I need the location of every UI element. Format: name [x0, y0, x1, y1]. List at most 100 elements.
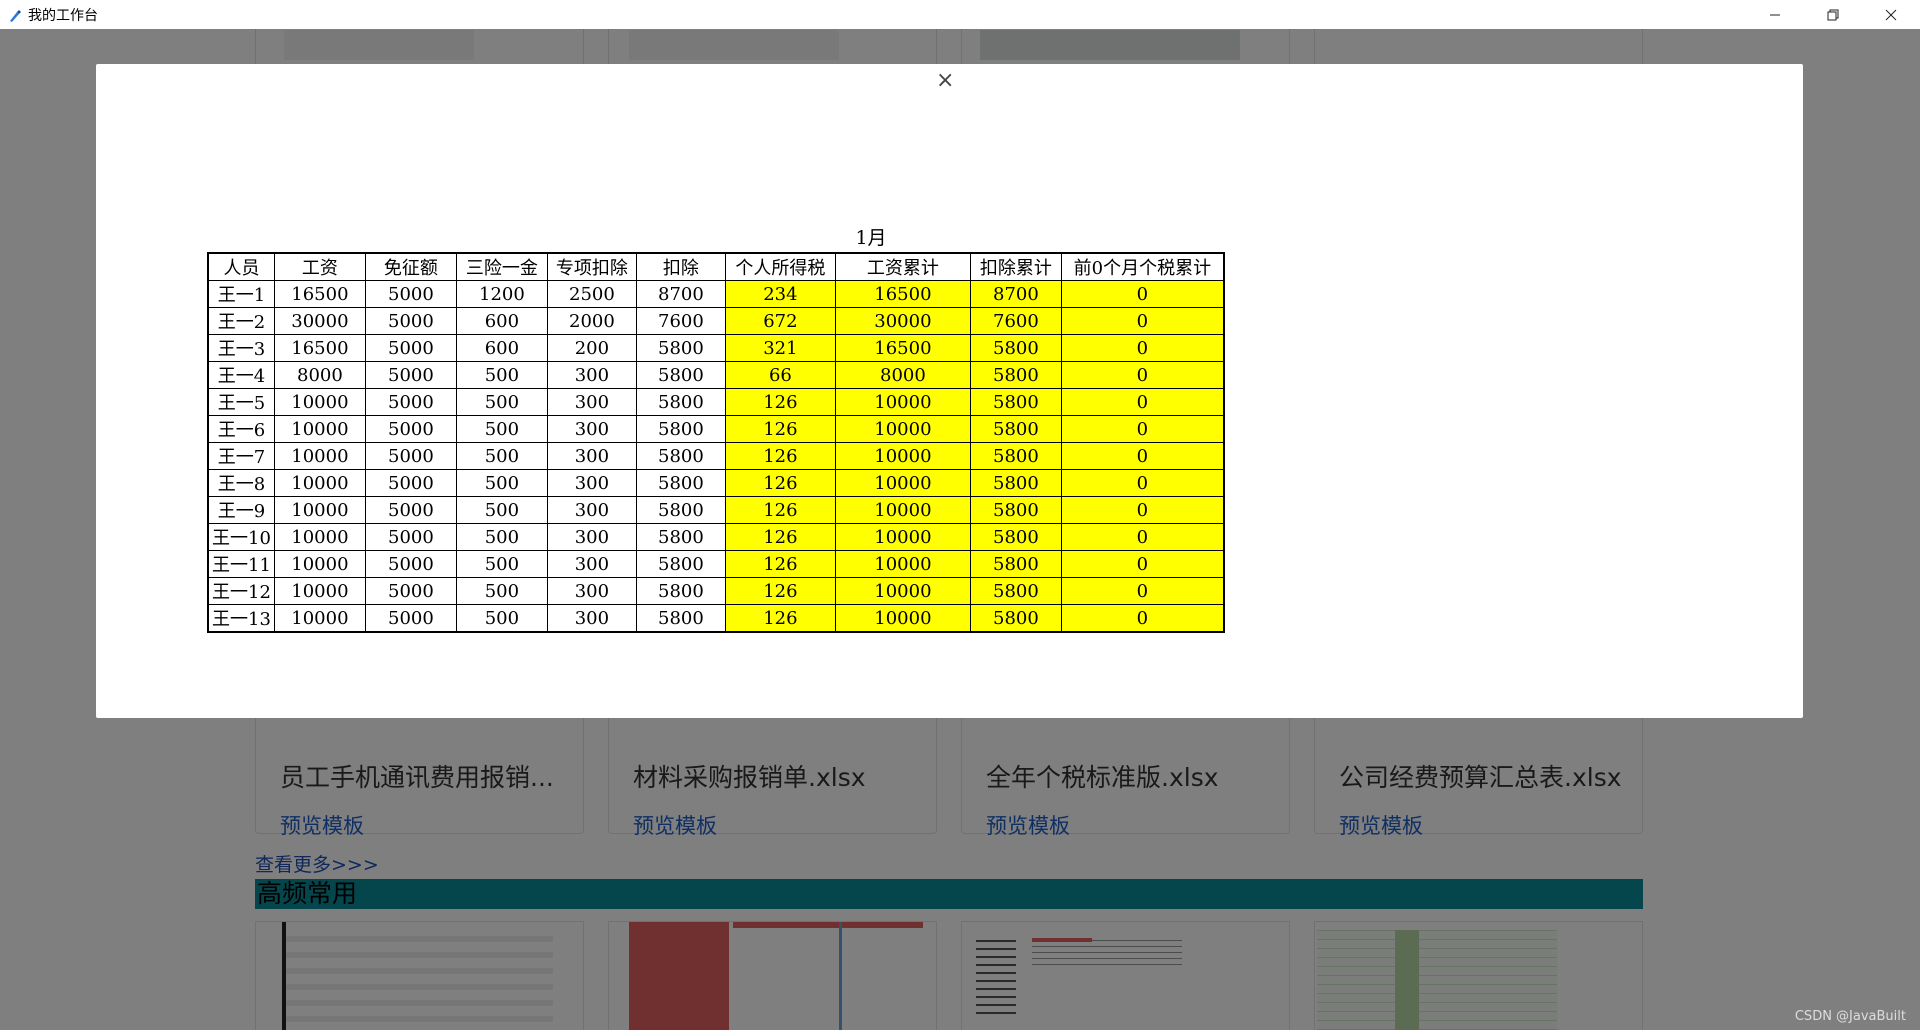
close-icon[interactable]: ×	[936, 68, 954, 93]
table-cell: 王一4	[207, 361, 275, 389]
table-cell: 500	[455, 442, 548, 470]
table-cell: 16500	[273, 334, 366, 362]
table-cell: 5000	[364, 523, 457, 551]
table-cell: 7600	[635, 307, 726, 335]
table-cell: 5800	[635, 361, 726, 389]
column-header: 专项扣除	[546, 252, 637, 281]
table-cell: 672	[724, 307, 836, 335]
table-cell: 5800	[969, 496, 1062, 524]
table-cell: 300	[546, 604, 637, 633]
table-cell: 10000	[273, 550, 366, 578]
table-cell: 10000	[273, 388, 366, 416]
table-cell: 126	[724, 469, 836, 497]
table-cell: 200	[546, 334, 637, 362]
table-cell: 7600	[969, 307, 1062, 335]
table-cell: 5800	[635, 469, 726, 497]
table-cell: 5800	[969, 442, 1062, 470]
table-cell: 5000	[364, 550, 457, 578]
table-cell: 王一5	[207, 388, 275, 416]
table-cell: 5800	[635, 442, 726, 470]
table-cell: 10000	[834, 550, 971, 578]
table-cell: 500	[455, 469, 548, 497]
table-cell: 0	[1060, 280, 1225, 308]
table-cell: 126	[724, 496, 836, 524]
table-row: 王一12 10000 5000 500 300 5800 126 10000 5800 0	[207, 577, 1225, 605]
table-cell: 30000	[273, 307, 366, 335]
close-window-button[interactable]	[1862, 0, 1920, 29]
table-row: 王一8 10000 5000 500 300 5800 126 10000 5800 0	[207, 469, 1225, 497]
table-cell: 0	[1060, 496, 1225, 524]
table-cell: 0	[1060, 469, 1225, 497]
table-row: 王一9 10000 5000 500 300 5800 126 10000 5800 0	[207, 496, 1225, 524]
table-cell: 5800	[635, 550, 726, 578]
table-cell: 8700	[969, 280, 1062, 308]
table-cell: 5800	[969, 334, 1062, 362]
table-cell: 126	[724, 550, 836, 578]
table-cell: 30000	[834, 307, 971, 335]
table-cell: 王一7	[207, 442, 275, 470]
table-cell: 16500	[273, 280, 366, 308]
table-cell: 5000	[364, 442, 457, 470]
table-cell: 0	[1060, 415, 1225, 443]
table-cell: 10000	[834, 496, 971, 524]
table-cell: 500	[455, 388, 548, 416]
table-cell: 王一9	[207, 496, 275, 524]
table-cell: 0	[1060, 523, 1225, 551]
table-cell: 5800	[969, 415, 1062, 443]
table-cell: 0	[1060, 388, 1225, 416]
app-icon	[8, 8, 22, 22]
table-cell: 16500	[834, 334, 971, 362]
table-cell: 8000	[273, 361, 366, 389]
table-cell: 300	[546, 388, 637, 416]
column-header: 人员	[207, 252, 275, 281]
restore-button[interactable]	[1804, 0, 1862, 29]
table-cell: 300	[546, 577, 637, 605]
table-cell: 300	[546, 415, 637, 443]
table-cell: 5800	[969, 550, 1062, 578]
table-cell: 10000	[834, 469, 971, 497]
table-cell: 126	[724, 604, 836, 633]
table-cell: 5000	[364, 469, 457, 497]
table-cell: 王一11	[207, 550, 275, 578]
table-row: 王一11 10000 5000 500 300 5800 126 10000 5800 0	[207, 550, 1225, 578]
table-row: 王一3 16500 5000 600 200 5800 321 16500 5800 0	[207, 334, 1225, 362]
table-cell: 10000	[834, 442, 971, 470]
table-cell: 5800	[969, 604, 1062, 633]
table-cell: 500	[455, 361, 548, 389]
table-row: 王一5 10000 5000 500 300 5800 126 10000 5800 0	[207, 388, 1225, 416]
minimize-button[interactable]	[1746, 0, 1804, 29]
table-cell: 500	[455, 550, 548, 578]
table-cell: 5000	[364, 361, 457, 389]
table-cell: 5800	[635, 523, 726, 551]
table-row: 王一10 10000 5000 500 300 5800 126 10000 5800 0	[207, 523, 1225, 551]
table-row: 王一13 10000 5000 500 300 5800 126 10000 5800 0	[207, 604, 1225, 633]
table-cell: 234	[724, 280, 836, 308]
table-cell: 王一3	[207, 334, 275, 362]
window-titlebar: 我的工作台	[0, 0, 1920, 29]
column-header: 扣除	[635, 252, 726, 281]
table-cell: 5800	[635, 388, 726, 416]
table-cell: 5800	[969, 388, 1062, 416]
table-row: 王一6 10000 5000 500 300 5800 126 10000 5800 0	[207, 415, 1225, 443]
table-cell: 300	[546, 550, 637, 578]
table-cell: 5800	[969, 577, 1062, 605]
table-cell: 600	[455, 307, 548, 335]
table-header-row: 人员 工资 免征额 三险一金 专项扣除 扣除 个人所得税 工资累计 扣除累计 前…	[207, 252, 1225, 281]
column-header: 个人所得税	[724, 252, 836, 281]
table-cell: 王一6	[207, 415, 275, 443]
table-row: 王一2 30000 5000 600 2000 7600 672 30000 7600 0	[207, 307, 1225, 335]
table-cell: 8000	[834, 361, 971, 389]
table-cell: 1200	[455, 280, 548, 308]
table-cell: 8700	[635, 280, 726, 308]
table-cell: 126	[724, 523, 836, 551]
preview-modal: × 1月 人员 工资 免征额 三险一金 专项扣除 扣除 个人所得税 工资累计 扣…	[96, 64, 1803, 718]
table-cell: 5800	[635, 577, 726, 605]
table-cell: 王一1	[207, 280, 275, 308]
table-cell: 500	[455, 604, 548, 633]
table-cell: 0	[1060, 361, 1225, 389]
column-header: 免征额	[364, 252, 457, 281]
table-cell: 5800	[969, 469, 1062, 497]
column-header: 前0个月个税累计	[1060, 252, 1225, 281]
table-cell: 王一10	[207, 523, 275, 551]
table-cell: 5000	[364, 388, 457, 416]
